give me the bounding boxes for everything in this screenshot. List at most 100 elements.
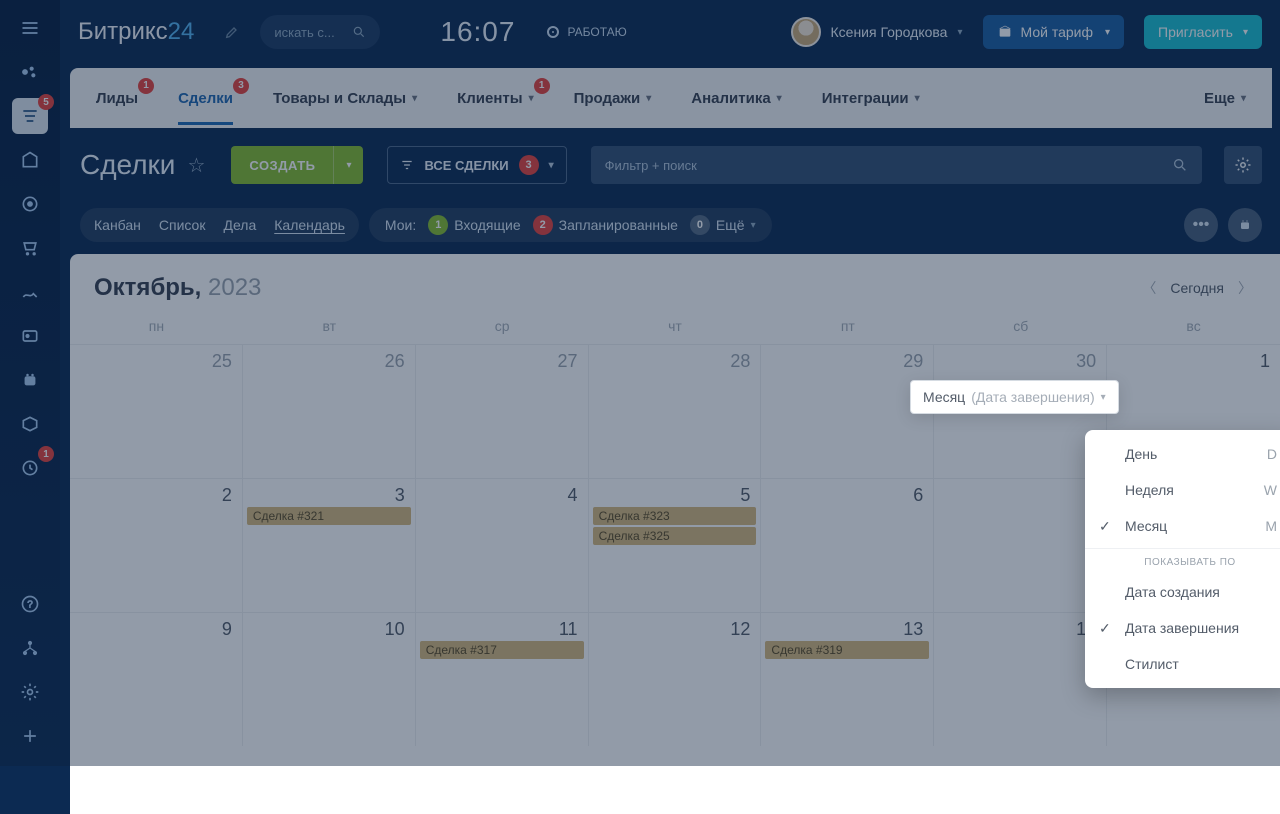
- create-split[interactable]: ▾: [333, 146, 363, 184]
- calendar-cell[interactable]: 29: [761, 344, 934, 478]
- company-icon[interactable]: [12, 142, 48, 178]
- user-menu[interactable]: Ксения Городкова▾: [791, 17, 963, 47]
- invite-button[interactable]: Пригласить▾: [1144, 15, 1262, 49]
- target-icon[interactable]: [12, 186, 48, 222]
- prev-icon[interactable]: 〈: [1138, 278, 1160, 298]
- calendar-event[interactable]: Сделка #325: [593, 527, 757, 545]
- work-status[interactable]: РАБОТАЮ: [547, 25, 626, 39]
- calendar-event[interactable]: Сделка #317: [420, 641, 584, 659]
- calendar-cell[interactable]: 13Сделка #319: [761, 612, 934, 746]
- today-nav: 〈 Сегодня 〉: [1138, 278, 1256, 298]
- title-row: Сделки ☆ СОЗДАТЬ ▾ ВСЕ СДЕЛКИ 3 ▾ Фильтр…: [70, 128, 1280, 196]
- android-icon[interactable]: [12, 362, 48, 398]
- global-search[interactable]: искать с...: [260, 15, 380, 49]
- calendar-cell[interactable]: 4: [416, 478, 589, 612]
- day-number: 6: [913, 485, 923, 506]
- dd-stylist[interactable]: Стилист: [1085, 646, 1280, 682]
- clock: 16:07: [440, 16, 515, 48]
- calendar-cell[interactable]: 5Сделка #323 Сделка #325: [589, 478, 762, 612]
- dd-month[interactable]: МесяцM: [1085, 508, 1280, 544]
- view-list[interactable]: Список: [159, 217, 206, 233]
- svg-text:?: ?: [27, 599, 33, 610]
- calendar-cell[interactable]: 11Сделка #317: [416, 612, 589, 746]
- tab-analytics[interactable]: Аналитика▾: [691, 90, 781, 107]
- dd-section-label: ПОКАЗЫВАТЬ ПО: [1085, 548, 1280, 574]
- crm-badge: 5: [38, 94, 54, 110]
- star-icon[interactable]: ☆: [187, 153, 205, 178]
- calendar-cell[interactable]: 12: [589, 612, 762, 746]
- tab-deals[interactable]: Сделки3: [178, 90, 233, 107]
- calendar-event[interactable]: Сделка #321: [247, 507, 411, 525]
- sign-icon[interactable]: [12, 274, 48, 310]
- view-tasks[interactable]: Дела: [223, 217, 256, 233]
- edit-icon[interactable]: [224, 24, 240, 40]
- calendar-cell[interactable]: 10: [243, 612, 416, 746]
- today-button[interactable]: Сегодня: [1170, 280, 1224, 296]
- tab-sales[interactable]: Продажи▾: [574, 90, 652, 107]
- more-actions-icon[interactable]: •••: [1184, 208, 1218, 242]
- filter-search-input[interactable]: Фильтр + поиск: [591, 146, 1202, 184]
- day-number: 25: [212, 351, 232, 372]
- dd-day[interactable]: ДеньD: [1085, 436, 1280, 472]
- scale-selector[interactable]: Месяц (Дата завершения) ▾: [910, 380, 1119, 414]
- day-number: 26: [385, 351, 405, 372]
- day-number: 13: [903, 619, 923, 640]
- next-icon[interactable]: 〉: [1234, 278, 1256, 298]
- dd-by-end[interactable]: Дата завершения: [1085, 610, 1280, 646]
- month-title: Октябрь, 2023: [94, 274, 261, 302]
- day-number: 5: [740, 485, 750, 506]
- crm-tabs: Лиды1 Сделки3 Товары и Склады▾ Клиенты▾1…: [70, 68, 1272, 128]
- calendar-event[interactable]: Сделка #319: [765, 641, 929, 659]
- calendar-cell[interactable]: 28: [589, 344, 762, 478]
- calendar-cell[interactable]: 3Сделка #321: [243, 478, 416, 612]
- my-counters: Мои: 1Входящие 2Запланированные 0Ещё▾: [369, 208, 772, 242]
- day-number: 30: [1076, 351, 1096, 372]
- day-number: 12: [730, 619, 750, 640]
- box-icon[interactable]: [12, 406, 48, 442]
- settings-icon[interactable]: [12, 674, 48, 710]
- day-number: 3: [395, 485, 405, 506]
- help-icon[interactable]: ?: [12, 586, 48, 622]
- view-kanban[interactable]: Канбан: [94, 217, 141, 233]
- day-number: 28: [730, 351, 750, 372]
- apps-badge: 1: [38, 446, 54, 462]
- calendar-cell[interactable]: 9: [70, 612, 243, 746]
- tab-integrations[interactable]: Интеграции▾: [822, 90, 920, 107]
- calendar-cell[interactable]: 27: [416, 344, 589, 478]
- tab-more[interactable]: Еще▾: [1204, 90, 1246, 107]
- tab-products[interactable]: Товары и Склады▾: [273, 90, 417, 107]
- tariff-button[interactable]: Мой тариф▾: [983, 15, 1125, 49]
- calendar-event[interactable]: Сделка #323: [593, 507, 757, 525]
- saved-filter-button[interactable]: ВСЕ СДЕЛКИ 3 ▾: [387, 146, 566, 184]
- calendar-cell[interactable]: 6: [761, 478, 934, 612]
- cart-icon[interactable]: [12, 230, 48, 266]
- create-button[interactable]: СОЗДАТЬ ▾: [231, 146, 363, 184]
- apps-icon[interactable]: 1: [12, 450, 48, 486]
- dd-by-created[interactable]: Дата создания: [1085, 574, 1280, 610]
- brand: Битрикс24: [78, 18, 194, 46]
- calendar-cell[interactable]: 7: [934, 478, 1107, 612]
- plus-icon[interactable]: [12, 718, 48, 754]
- feed-icon[interactable]: [12, 54, 48, 90]
- contact-icon[interactable]: [12, 318, 48, 354]
- tab-leads[interactable]: Лиды1: [96, 90, 138, 107]
- counter-planned[interactable]: 2Запланированные: [533, 215, 678, 235]
- calendar-cell[interactable]: 25: [70, 344, 243, 478]
- day-number: 27: [558, 351, 578, 372]
- counter-incoming[interactable]: 1Входящие: [428, 215, 520, 235]
- avatar: [791, 17, 821, 47]
- view-calendar[interactable]: Календарь: [274, 217, 345, 233]
- sitemap-icon[interactable]: [12, 630, 48, 666]
- robot-icon[interactable]: [1228, 208, 1262, 242]
- counter-more[interactable]: 0Ещё▾: [690, 215, 756, 235]
- tab-clients[interactable]: Клиенты▾1: [457, 90, 534, 107]
- calendar-cell[interactable]: 2: [70, 478, 243, 612]
- calendar-cell[interactable]: 26: [243, 344, 416, 478]
- hamburger-icon[interactable]: [12, 10, 48, 46]
- dd-week[interactable]: НеделяW: [1085, 472, 1280, 508]
- calendar-cell[interactable]: 14: [934, 612, 1107, 746]
- dow-header: вс: [1107, 312, 1280, 344]
- dow-header: пт: [761, 312, 934, 344]
- gear-icon[interactable]: [1224, 146, 1262, 184]
- crm-icon[interactable]: 5: [12, 98, 48, 134]
